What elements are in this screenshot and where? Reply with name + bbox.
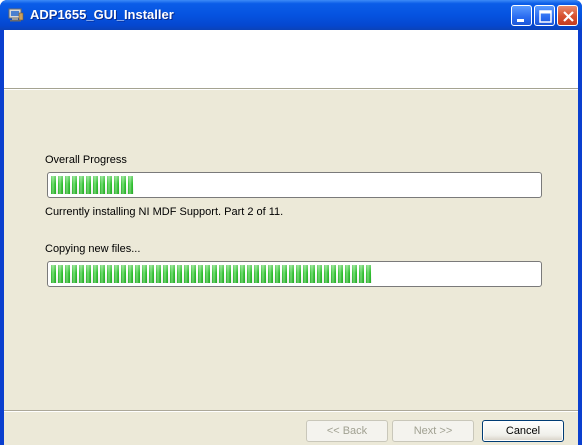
minimize-button[interactable] (511, 5, 532, 26)
overall-progress-bar (47, 172, 542, 198)
title-bar[interactable]: ADP1655_GUI_Installer (0, 0, 582, 30)
maximize-button[interactable] (534, 5, 555, 26)
installer-window: ADP1655_GUI_Installer Overall Progress C… (0, 0, 582, 445)
close-icon (563, 11, 574, 22)
back-button[interactable]: << Back (306, 420, 388, 442)
window-title: ADP1655_GUI_Installer (30, 7, 174, 22)
next-button[interactable]: Next >> (392, 420, 474, 442)
minimize-icon (517, 19, 524, 22)
overall-progress-label: Overall Progress (45, 154, 127, 166)
installer-body: Overall Progress Currently installing NI… (4, 30, 578, 445)
header-banner (4, 30, 578, 89)
close-button[interactable] (557, 5, 578, 26)
installer-app-icon (8, 7, 24, 22)
install-status-text: Currently installing NI MDF Support. Par… (45, 206, 284, 218)
overall-progress-fill (51, 176, 134, 194)
maximize-icon (539, 10, 552, 23)
current-progress-bar (47, 261, 542, 287)
footer-divider (4, 410, 578, 412)
current-progress-fill (51, 265, 372, 283)
banner-divider (4, 89, 578, 90)
current-task-label: Copying new files... (45, 243, 141, 255)
cancel-button[interactable]: Cancel (482, 420, 564, 442)
